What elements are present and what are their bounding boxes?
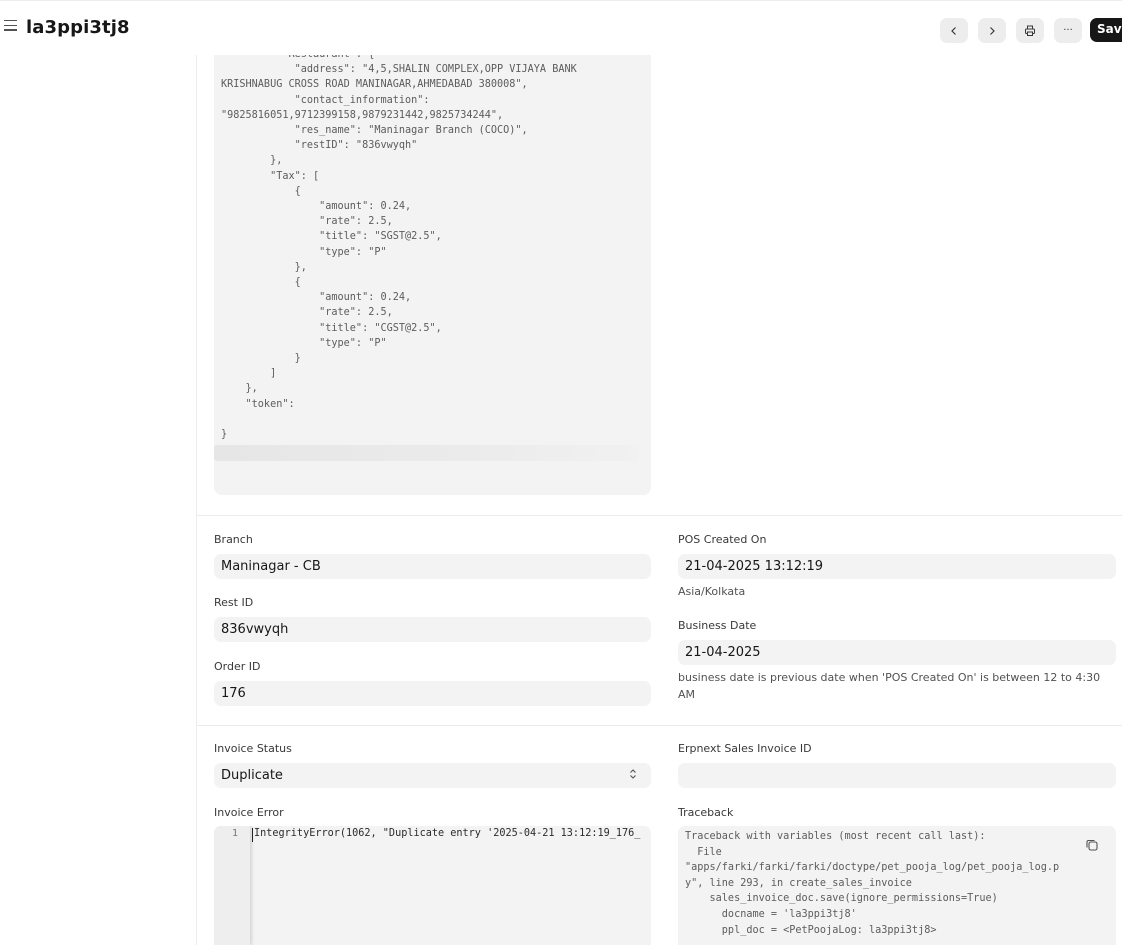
line-number: 1 bbox=[231, 828, 238, 839]
payload-json-text: "Restaurant": { "address": "4,5,SHALIN C… bbox=[221, 55, 577, 441]
erpnext-invoice-id-field[interactable] bbox=[678, 763, 1116, 788]
section-divider bbox=[197, 515, 1122, 516]
line-number-gutter: 1 bbox=[214, 826, 250, 945]
invoice-status-select[interactable]: Duplicate bbox=[214, 763, 651, 788]
form-left-border bbox=[196, 55, 197, 945]
select-updown-icon bbox=[630, 769, 636, 779]
more-actions-button[interactable]: ··· bbox=[1054, 18, 1082, 43]
copy-icon[interactable] bbox=[1085, 838, 1099, 852]
payload-code-block: "Restaurant": { "address": "4,5,SHALIN C… bbox=[214, 55, 651, 495]
business-date-field[interactable]: 21-04-2025 bbox=[678, 640, 1116, 665]
section-divider bbox=[197, 725, 1122, 726]
pos-created-on-field[interactable]: 21-04-2025 13:12:19 bbox=[678, 554, 1116, 579]
rest-id-field[interactable]: 836vwyqh bbox=[214, 617, 651, 642]
traceback-block: Traceback with variables (most recent ca… bbox=[678, 826, 1116, 945]
next-doc-button[interactable] bbox=[978, 18, 1006, 43]
save-button[interactable]: Save bbox=[1090, 18, 1122, 42]
print-button[interactable] bbox=[1016, 18, 1044, 43]
erpnext-invoice-id-label: Erpnext Sales Invoice ID bbox=[678, 742, 812, 755]
order-id-label: Order ID bbox=[214, 660, 261, 673]
printer-icon bbox=[1025, 25, 1035, 36]
branch-field[interactable]: Maninagar - CB bbox=[214, 554, 651, 579]
hamburger-menu-icon[interactable] bbox=[4, 20, 17, 32]
editor-line: IntegrityError(1062, "Duplicate entry '2… bbox=[254, 828, 641, 839]
traceback-text: Traceback with variables (most recent ca… bbox=[685, 831, 1060, 936]
invoice-status-label: Invoice Status bbox=[214, 742, 292, 755]
invoice-error-editor[interactable]: 1 IntegrityError(1062, "Duplicate entry … bbox=[214, 826, 651, 945]
invoice-error-label: Invoice Error bbox=[214, 806, 284, 819]
order-id-field[interactable]: 176 bbox=[214, 681, 651, 706]
business-date-help: business date is previous date when 'POS… bbox=[678, 671, 1101, 701]
page-title: la3ppi3tj8 bbox=[26, 17, 130, 38]
previous-doc-button[interactable] bbox=[940, 18, 968, 43]
pos-created-on-label: POS Created On bbox=[678, 533, 767, 546]
redacted-token bbox=[214, 445, 639, 461]
traceback-label: Traceback bbox=[678, 806, 734, 819]
chevron-left-icon bbox=[951, 26, 956, 35]
invoice-status-value: Duplicate bbox=[221, 768, 283, 783]
rest-id-label: Rest ID bbox=[214, 596, 254, 609]
text-cursor bbox=[252, 828, 253, 842]
chevron-right-icon bbox=[990, 26, 995, 35]
business-date-label: Business Date bbox=[678, 619, 757, 632]
page-header: la3ppi3tj8 ··· Save bbox=[0, 1, 1122, 55]
branch-label: Branch bbox=[214, 533, 253, 546]
timezone-note: Asia/Kolkata bbox=[678, 585, 746, 598]
